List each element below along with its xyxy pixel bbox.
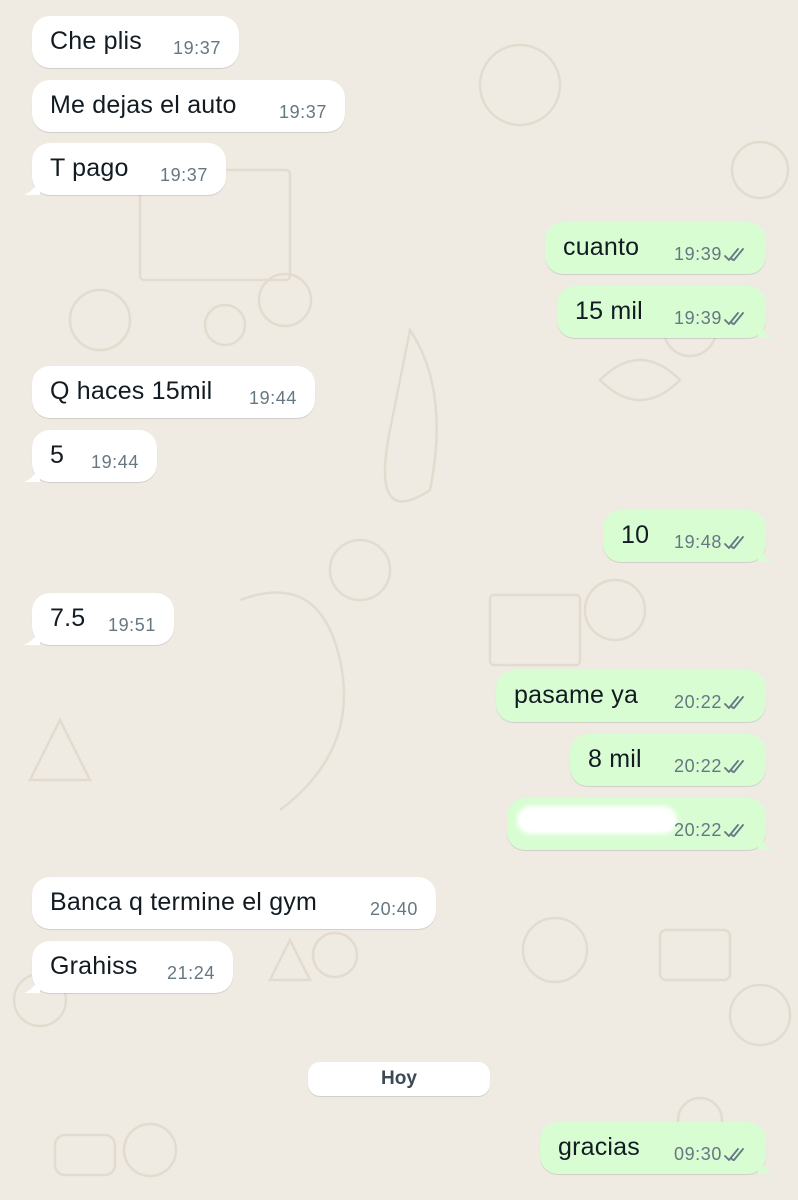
- message-text: pasame ya: [514, 681, 639, 709]
- message-text: Banca q termine el gym: [50, 888, 318, 916]
- message-time: 19:37: [172, 38, 221, 58]
- message-bubble-outgoing[interactable]: 20:22: [507, 798, 774, 850]
- message-bubble-incoming[interactable]: Grahiss 21:24: [24, 941, 233, 993]
- double-check-icon: [724, 248, 744, 261]
- message-bubble-incoming[interactable]: Q haces 15mil 19:44: [32, 366, 315, 418]
- message-time: 19:39: [673, 244, 722, 264]
- double-check-icon: [724, 760, 744, 773]
- message-time: 19:48: [673, 532, 722, 552]
- message-bubble-outgoing[interactable]: pasame ya 20:22: [496, 670, 766, 722]
- message-bubble-incoming[interactable]: Me dejas el auto 19:37: [32, 80, 345, 132]
- message-text: Q haces 15mil: [50, 377, 213, 405]
- double-check-icon: [724, 696, 744, 709]
- message-time: 20:22: [673, 820, 722, 840]
- message-bubble-incoming[interactable]: Che plis 19:37: [32, 16, 239, 68]
- bubble-tail-icon: [758, 546, 774, 562]
- message-text: 5: [50, 441, 65, 469]
- message-text: Che plis: [50, 27, 142, 55]
- bubble-tail-icon: [758, 1158, 774, 1174]
- double-check-icon: [724, 312, 744, 325]
- redaction-overlay: [517, 806, 677, 834]
- bubble-tail-icon: [24, 179, 40, 195]
- message-time: 20:22: [673, 692, 722, 712]
- message-time: 19:44: [90, 452, 139, 472]
- message-text: T pago: [50, 154, 129, 182]
- message-bubble-outgoing[interactable]: 10 19:48: [603, 510, 774, 562]
- message-time: 19:39: [673, 308, 722, 328]
- bubble-tail-icon: [758, 834, 774, 850]
- message-text: gracias: [558, 1133, 640, 1161]
- double-check-icon: [724, 536, 744, 549]
- message-bubble-incoming[interactable]: 7.5 19:51: [24, 593, 174, 645]
- bubble-tail-icon: [24, 466, 40, 482]
- message-text: Grahiss: [50, 952, 138, 980]
- message-time: 20:22: [673, 756, 722, 776]
- message-text: cuanto: [563, 233, 640, 261]
- double-check-icon: [724, 824, 744, 837]
- message-text: 15 mil: [575, 297, 643, 325]
- message-time: 21:24: [166, 963, 215, 983]
- message-text: Me dejas el auto: [50, 91, 237, 119]
- message-bubble-incoming[interactable]: 5 19:44: [24, 430, 157, 482]
- message-bubble-outgoing[interactable]: cuanto 19:39: [545, 222, 766, 274]
- double-check-icon: [724, 1148, 744, 1161]
- day-separator: Hoy: [308, 1062, 490, 1096]
- bubble-tail-icon: [24, 629, 40, 645]
- bubble-tail-icon: [24, 977, 40, 993]
- message-bubble-outgoing[interactable]: 15 mil 19:39: [557, 286, 774, 338]
- message-time: 20:40: [369, 899, 418, 919]
- message-text: 8 mil: [588, 745, 642, 773]
- message-text: 10: [621, 521, 650, 549]
- chat-thread[interactable]: Che plis 19:37 Me dejas el auto 19:37 T …: [0, 0, 798, 1200]
- message-bubble-incoming[interactable]: Banca q termine el gym 20:40: [32, 877, 436, 929]
- message-time: 19:51: [107, 615, 156, 635]
- message-time: 09:30: [673, 1144, 722, 1164]
- bubble-tail-icon: [758, 322, 774, 338]
- message-bubble-incoming[interactable]: T pago 19:37: [24, 143, 226, 195]
- message-time: 19:37: [159, 165, 208, 185]
- message-bubble-outgoing[interactable]: 8 mil 20:22: [570, 734, 766, 786]
- message-time: 19:37: [278, 102, 327, 122]
- message-bubble-outgoing[interactable]: gracias 09:30: [540, 1122, 774, 1174]
- message-time: 19:44: [248, 388, 297, 408]
- message-text: 7.5: [50, 604, 86, 632]
